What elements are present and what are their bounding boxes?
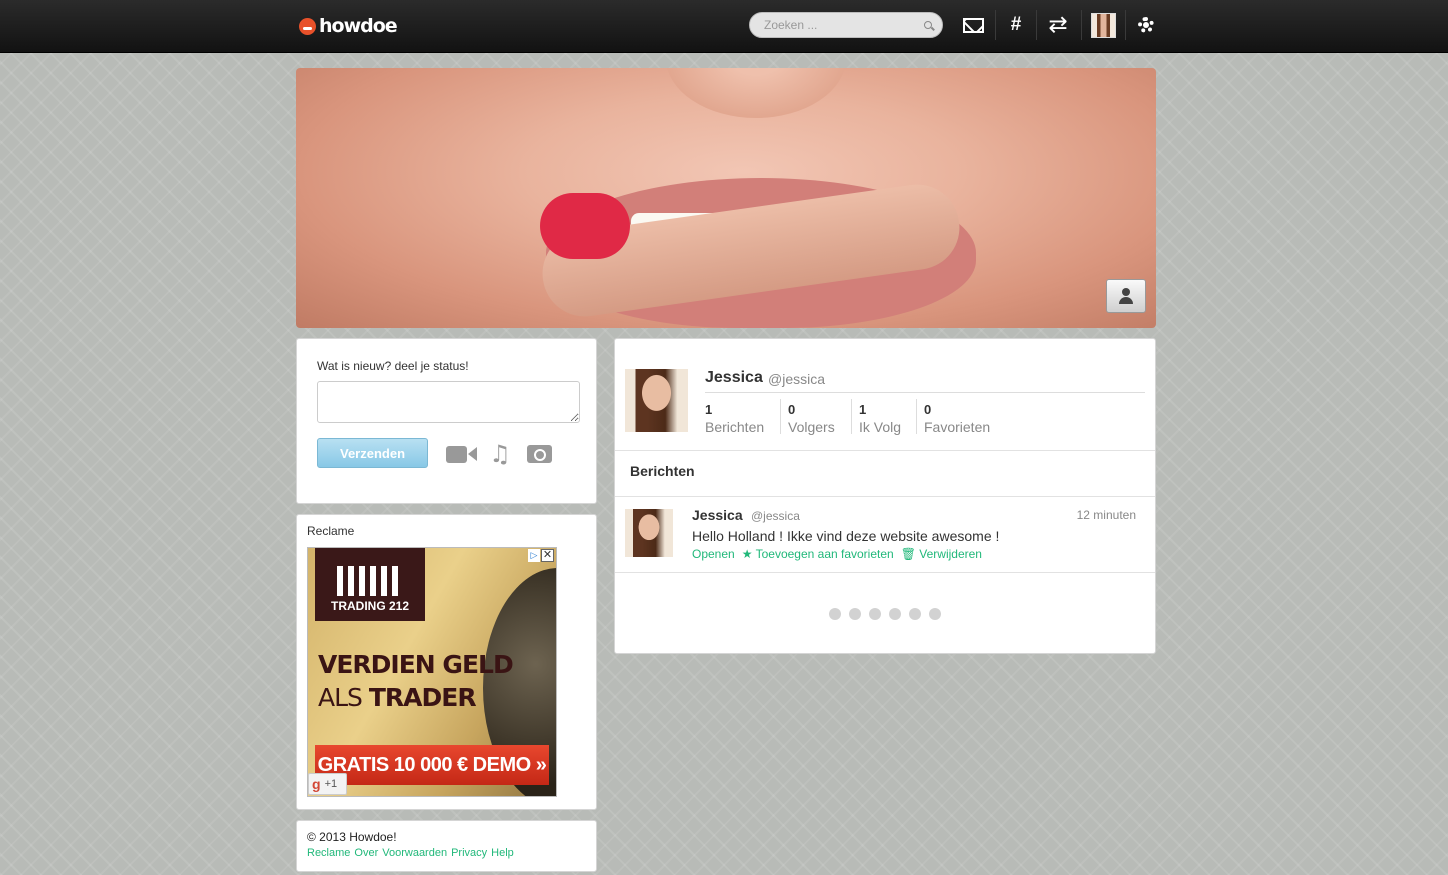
nav-divider xyxy=(1081,10,1082,40)
ad-banner[interactable]: TRADING 212 ▷ ✕ VERDIEN GELD ALS TRADER … xyxy=(307,547,557,797)
person-icon xyxy=(1118,288,1134,304)
ad-cta-button[interactable]: GRATIS 10 000 € DEMO » xyxy=(315,745,549,785)
add-favorite-label: Toevoegen aan favorieten xyxy=(755,547,894,561)
hashtags-nav-button[interactable]: # xyxy=(1003,6,1029,44)
stat-value: 1 xyxy=(705,402,713,417)
footer-link-help[interactable]: Help xyxy=(491,847,514,859)
stat-volgers[interactable]: 0 Volgers xyxy=(788,399,835,437)
stat-value: 1 xyxy=(859,402,867,417)
google-plus-label: +1 xyxy=(324,778,338,790)
nav-divider xyxy=(995,10,996,40)
nav-divider xyxy=(1036,10,1037,40)
google-plus-button[interactable]: g +1 xyxy=(308,773,347,795)
camera-icon[interactable] xyxy=(526,443,553,465)
swap-arrows-icon: ⇄ xyxy=(1048,12,1068,38)
post-author-handle[interactable]: @jessica xyxy=(751,509,800,523)
trash-icon: 🗑 xyxy=(900,547,916,561)
ad-headline: VERDIEN GELD xyxy=(318,650,514,679)
cover-photo-nail xyxy=(540,193,630,259)
ad-subheadline-bold: TRADER xyxy=(368,683,477,712)
status-prompt: Wat is nieuw? deel je status! xyxy=(317,359,469,373)
ad-brand-logo: TRADING 212 xyxy=(315,548,425,621)
view-profile-button[interactable] xyxy=(1106,279,1146,313)
send-button[interactable]: Verzenden xyxy=(317,438,428,468)
section-divider xyxy=(615,496,1155,497)
loading-dot xyxy=(909,608,921,620)
gear-icon xyxy=(1137,17,1154,33)
profile-avatar-button[interactable] xyxy=(1090,6,1117,44)
status-input[interactable] xyxy=(317,381,580,423)
stat-label: Favorieten xyxy=(924,419,991,435)
post-timestamp: 12 minuten xyxy=(1076,508,1136,522)
nav-divider xyxy=(1125,10,1126,40)
add-favorite-link[interactable]: ★ Toevoegen aan favorieten xyxy=(742,547,894,561)
loading-dot xyxy=(929,608,941,620)
delete-post-label: Verwijderen xyxy=(919,547,982,561)
stat-berichten[interactable]: 1 Berichten xyxy=(705,399,764,437)
stat-divider xyxy=(780,399,781,434)
profile-handle[interactable]: @jessica xyxy=(768,371,825,387)
ad-info-icon[interactable]: ▷ xyxy=(528,549,540,562)
howdoe-logo-icon xyxy=(299,17,316,35)
delete-post-link[interactable]: 🗑 Verwijderen xyxy=(901,547,982,561)
music-icon[interactable]: ♫ xyxy=(487,440,513,468)
messages-title: Berichten xyxy=(630,463,695,479)
post-text: Hello Holland ! Ikke vind deze website a… xyxy=(692,528,1000,544)
logo-text: howdoe xyxy=(319,15,398,37)
search-box[interactable] xyxy=(749,12,943,38)
ad-label: Reclame xyxy=(307,524,355,538)
video-icon[interactable] xyxy=(445,443,477,465)
stat-divider xyxy=(916,399,917,434)
howdoe-logo[interactable]: howdoe xyxy=(299,14,398,38)
loading-indicator xyxy=(829,608,941,620)
loading-dot xyxy=(849,608,861,620)
stat-ik-volg[interactable]: 1 Ik Volg xyxy=(859,399,901,437)
profile-avatar[interactable] xyxy=(625,369,688,432)
advertisement-panel: Reclame TRADING 212 ▷ ✕ VERDIEN GELD ALS… xyxy=(296,514,597,810)
google-plus-icon: g xyxy=(312,776,321,792)
mail-icon xyxy=(962,17,984,33)
avatar xyxy=(1091,12,1116,38)
open-post-link[interactable]: Openen xyxy=(692,547,735,561)
profile-feed-panel: Jessica @jessica 1 Berichten 0 Volgers 1… xyxy=(614,338,1156,654)
profile-cover-image xyxy=(296,68,1156,328)
hashtag-icon: # xyxy=(1010,14,1022,35)
stat-label: Volgers xyxy=(788,419,835,435)
status-composer: Wat is nieuw? deel je status! Verzenden … xyxy=(296,338,597,504)
loading-dot xyxy=(889,608,901,620)
post-actions: Openen ★ Toevoegen aan favorieten 🗑 Verw… xyxy=(692,547,982,561)
profile-divider xyxy=(705,392,1145,393)
search-input[interactable] xyxy=(764,18,924,32)
ad-close-icon[interactable]: ✕ xyxy=(541,549,554,562)
post-author-name[interactable]: Jessica xyxy=(692,507,743,523)
section-divider xyxy=(615,572,1155,573)
footer-link-reclame[interactable]: Reclame xyxy=(307,847,350,859)
profile-name[interactable]: Jessica xyxy=(705,369,763,387)
star-icon: ★ xyxy=(741,547,753,561)
ad-subheadline-prefix: ALS xyxy=(318,683,369,712)
search-icon[interactable] xyxy=(924,21,932,29)
footer-link-voorwaarden[interactable]: Voorwaarden xyxy=(382,847,447,859)
cover-photo-face xyxy=(666,68,846,118)
stat-label: Ik Volg xyxy=(859,419,902,435)
connect-nav-button[interactable]: ⇄ xyxy=(1044,6,1072,44)
ad-subheadline: ALS TRADER xyxy=(318,683,477,712)
stat-favorieten[interactable]: 0 Favorieten xyxy=(924,399,990,437)
section-divider xyxy=(615,450,1155,451)
top-navigation-bar: howdoe # ⇄ xyxy=(0,0,1448,53)
loading-dot xyxy=(869,608,881,620)
footer-links: Reclame Over Voorwaarden Privacy Help xyxy=(307,847,514,859)
stat-divider xyxy=(851,399,852,434)
messages-nav-button[interactable] xyxy=(960,6,986,44)
copyright-text: © 2013 Howdoe! xyxy=(307,830,397,844)
footer-link-over[interactable]: Over xyxy=(354,847,378,859)
post-avatar[interactable] xyxy=(625,509,673,557)
footer-link-privacy[interactable]: Privacy xyxy=(451,847,487,859)
loading-dot xyxy=(829,608,841,620)
settings-nav-button[interactable] xyxy=(1133,6,1158,44)
stat-value: 0 xyxy=(788,402,796,417)
stat-value: 0 xyxy=(924,402,932,417)
footer-panel: © 2013 Howdoe! Reclame Over Voorwaarden … xyxy=(296,820,597,872)
stat-label: Berichten xyxy=(705,419,765,435)
